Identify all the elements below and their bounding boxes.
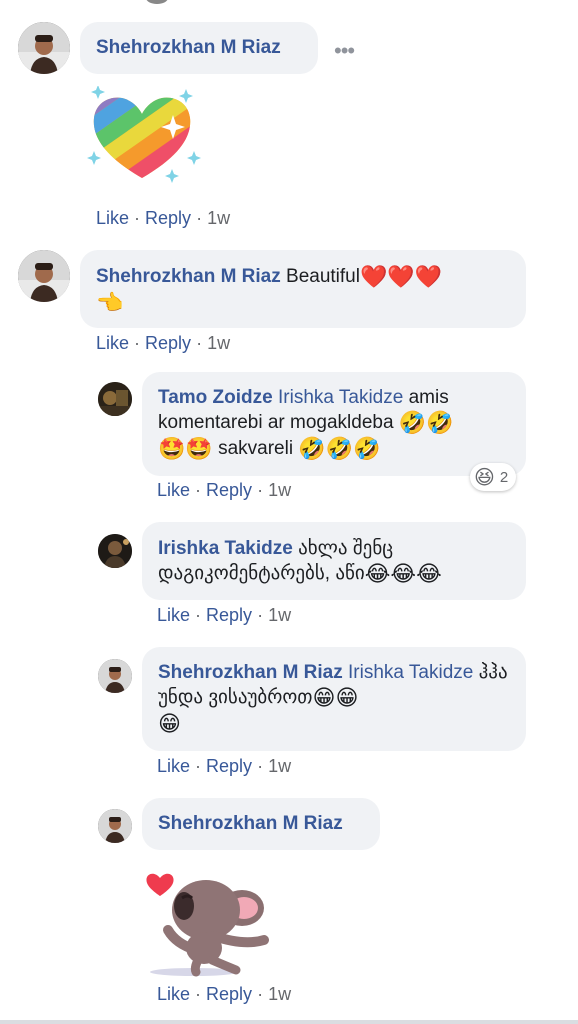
rofl-emoji: 🤣🤣🤣 [298,437,381,462]
reply-link[interactable]: Reply [145,333,191,353]
reply-link[interactable]: Reply [145,208,191,228]
avatar[interactable] [98,534,132,568]
like-link[interactable]: Like [157,756,190,776]
heart-emoji: ❤️❤️❤️ [359,265,443,290]
comment-author[interactable]: Shehrozkhan M Riaz [96,37,281,58]
timestamp[interactable]: 1w [268,605,291,625]
avatar[interactable] [18,22,70,74]
timestamp[interactable]: 1w [268,984,291,1004]
more-options-icon[interactable]: ••• [334,38,355,64]
reaction-count: 2 [499,468,509,486]
comment-actions: Like · Reply · 1w [96,208,231,228]
rofl-emoji: 🤣🤣 [398,411,454,436]
reply-author[interactable]: Shehrozkhan M Riaz [158,662,343,683]
reaction-summary[interactable]: 😆 2 [470,463,517,491]
beaming-face-emoji: 😁 [158,712,181,737]
timestamp[interactable]: 1w [268,480,291,500]
like-link[interactable]: Like [96,208,129,228]
avatar[interactable] [18,250,70,302]
reply-author[interactable]: Tamo Zoidze [158,387,273,408]
beaming-face-emoji: 😁😁 [312,686,359,711]
laughing-reaction-icon: 😆 [474,464,495,489]
comment-actions: Like · Reply · 1w [96,333,231,353]
like-link[interactable]: Like [96,333,129,353]
reply-actions: Like · Reply · 1w [157,756,292,776]
star-struck-emoji: 🤩🤩 [158,437,213,462]
koala-heart-sticker [146,873,269,977]
reply-link[interactable]: Reply [206,480,252,500]
reply-bubble: Shehrozkhan M Riaz [142,798,380,850]
reply-actions: Like · Reply · 1w [157,984,292,1004]
timestamp[interactable]: 1w [207,208,230,228]
reply-link[interactable]: Reply [206,605,252,625]
avatar[interactable] [98,659,132,693]
reply-bubble: Shehrozkhan M Riaz Irishka Takidze ჰჰა უ… [142,647,526,751]
pointing-hand-emoji: 👈 [96,291,124,316]
reply-link[interactable]: Reply [206,756,252,776]
timestamp[interactable]: 1w [268,756,291,776]
comment-bubble: Shehrozkhan M Riaz [80,22,318,74]
like-link[interactable]: Like [157,984,190,1004]
avatar-image [18,22,70,74]
reply-bubble: Tamo Zoidze Irishka Takidze amis komenta… [142,372,526,476]
like-link[interactable]: Like [157,605,190,625]
comment-text: Beautiful [286,266,360,287]
like-link[interactable]: Like [157,480,190,500]
comment-bubble: Shehrozkhan M Riaz Beautiful❤️❤️❤️ 👈 [80,250,526,328]
reply-author[interactable]: Irishka Takidze [158,538,293,559]
comment-author[interactable]: Shehrozkhan M Riaz [96,266,281,287]
reply-text-2: sakvareli [218,438,294,459]
avatar[interactable] [98,809,132,843]
avatar[interactable] [98,382,132,416]
previous-avatar-edge [146,0,168,4]
reply-bubble: Irishka Takidze ახლა შენც დაგიკომენტარებ… [142,522,526,600]
reply-link[interactable]: Reply [206,984,252,1004]
bottom-divider [0,1020,578,1024]
timestamp[interactable]: 1w [207,333,230,353]
avatar-image [98,382,132,416]
avatar-image [98,809,132,843]
rainbow-heart-sticker [87,86,201,183]
mention-link[interactable]: Irishka Takidze [348,662,473,683]
tears-of-joy-emoji: 😂😂😂 [364,562,442,587]
avatar-image [18,250,70,302]
avatar-image [98,659,132,693]
mention-link[interactable]: Irishka Takidze [278,387,403,408]
reply-author[interactable]: Shehrozkhan M Riaz [158,813,343,834]
reply-actions: Like · Reply · 1w [157,480,292,500]
reply-actions: Like · Reply · 1w [157,605,292,625]
avatar-image [98,534,132,568]
